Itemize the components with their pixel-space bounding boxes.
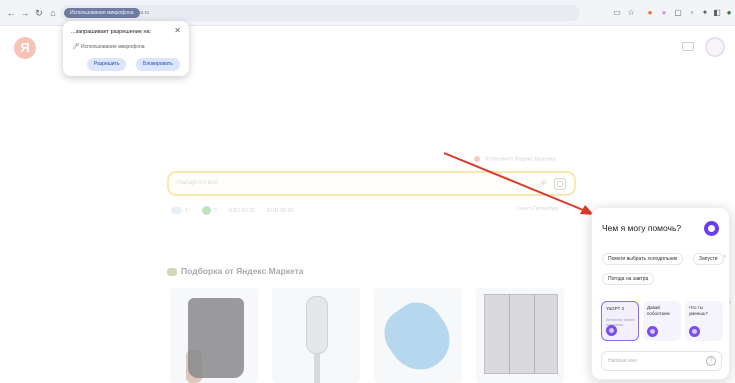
assistant-input[interactable]: Напиши мне ? [601, 351, 722, 371]
skill-card[interactable]: YaGPT 2 Интеллект нового поколения [601, 301, 639, 341]
suggestion-chip[interactable]: Запусти [693, 253, 724, 265]
suggestion-chip[interactable]: Помоги выбрать холодильник [602, 253, 684, 265]
help-icon[interactable]: ? [706, 356, 716, 366]
scroll-right-icon[interactable]: › [729, 300, 731, 306]
skill-card[interactable]: Давай поболтаем [643, 301, 681, 341]
suggestion-chip[interactable]: Погода на завтра [602, 273, 655, 285]
input-placeholder: Напиши мне [608, 358, 638, 364]
chat-icon [647, 326, 658, 337]
alice-icon[interactable] [704, 221, 719, 236]
question-icon [689, 326, 700, 337]
yagpt-icon [606, 325, 617, 336]
assistant-title: Чем я могу помочь? [602, 223, 682, 233]
skill-card[interactable]: Что ты умеешь? [685, 301, 723, 341]
assistant-panel: Чем я могу помочь? Помоги выбрать холоди… [591, 207, 730, 380]
chevron-right-icon[interactable]: › [724, 254, 726, 260]
